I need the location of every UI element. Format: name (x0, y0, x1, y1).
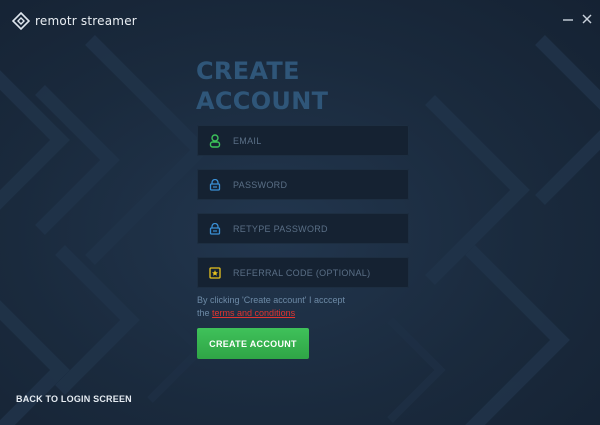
page-title-line2: ACCOUNT (196, 87, 329, 115)
terms-text: By clicking 'Create account' I acccept (197, 295, 346, 305)
retype-password-input[interactable] (233, 223, 403, 234)
app-logo: remotr streamer (12, 12, 137, 30)
terms-prefix: the (197, 308, 210, 318)
email-field[interactable] (197, 125, 409, 156)
minimize-icon[interactable] (561, 12, 575, 26)
terms-notice: By clicking 'Create account' I acccept t… (197, 294, 417, 320)
password-input[interactable] (233, 179, 403, 190)
user-icon (197, 125, 233, 156)
title-bar: remotr streamer (0, 0, 600, 40)
lock-icon (197, 169, 233, 200)
page-title: CREATE ACCOUNT (196, 56, 328, 116)
lock-icon (197, 213, 233, 244)
referral-code-field[interactable] (197, 257, 409, 288)
star-badge-icon (197, 257, 233, 288)
page-title-line1: CREATE (196, 57, 300, 85)
create-account-button[interactable]: CREATE ACCOUNT (197, 328, 309, 359)
retype-password-field[interactable] (197, 213, 409, 244)
app-name: remotr streamer (35, 14, 137, 28)
remotr-logo-icon (12, 12, 30, 30)
referral-code-input[interactable] (233, 267, 403, 278)
terms-link[interactable]: terms and conditions (212, 308, 295, 318)
close-icon[interactable] (580, 12, 594, 26)
email-input[interactable] (233, 135, 403, 146)
password-field[interactable] (197, 169, 409, 200)
back-to-login-link[interactable]: BACK TO LOGIN SCREEN (16, 394, 132, 404)
